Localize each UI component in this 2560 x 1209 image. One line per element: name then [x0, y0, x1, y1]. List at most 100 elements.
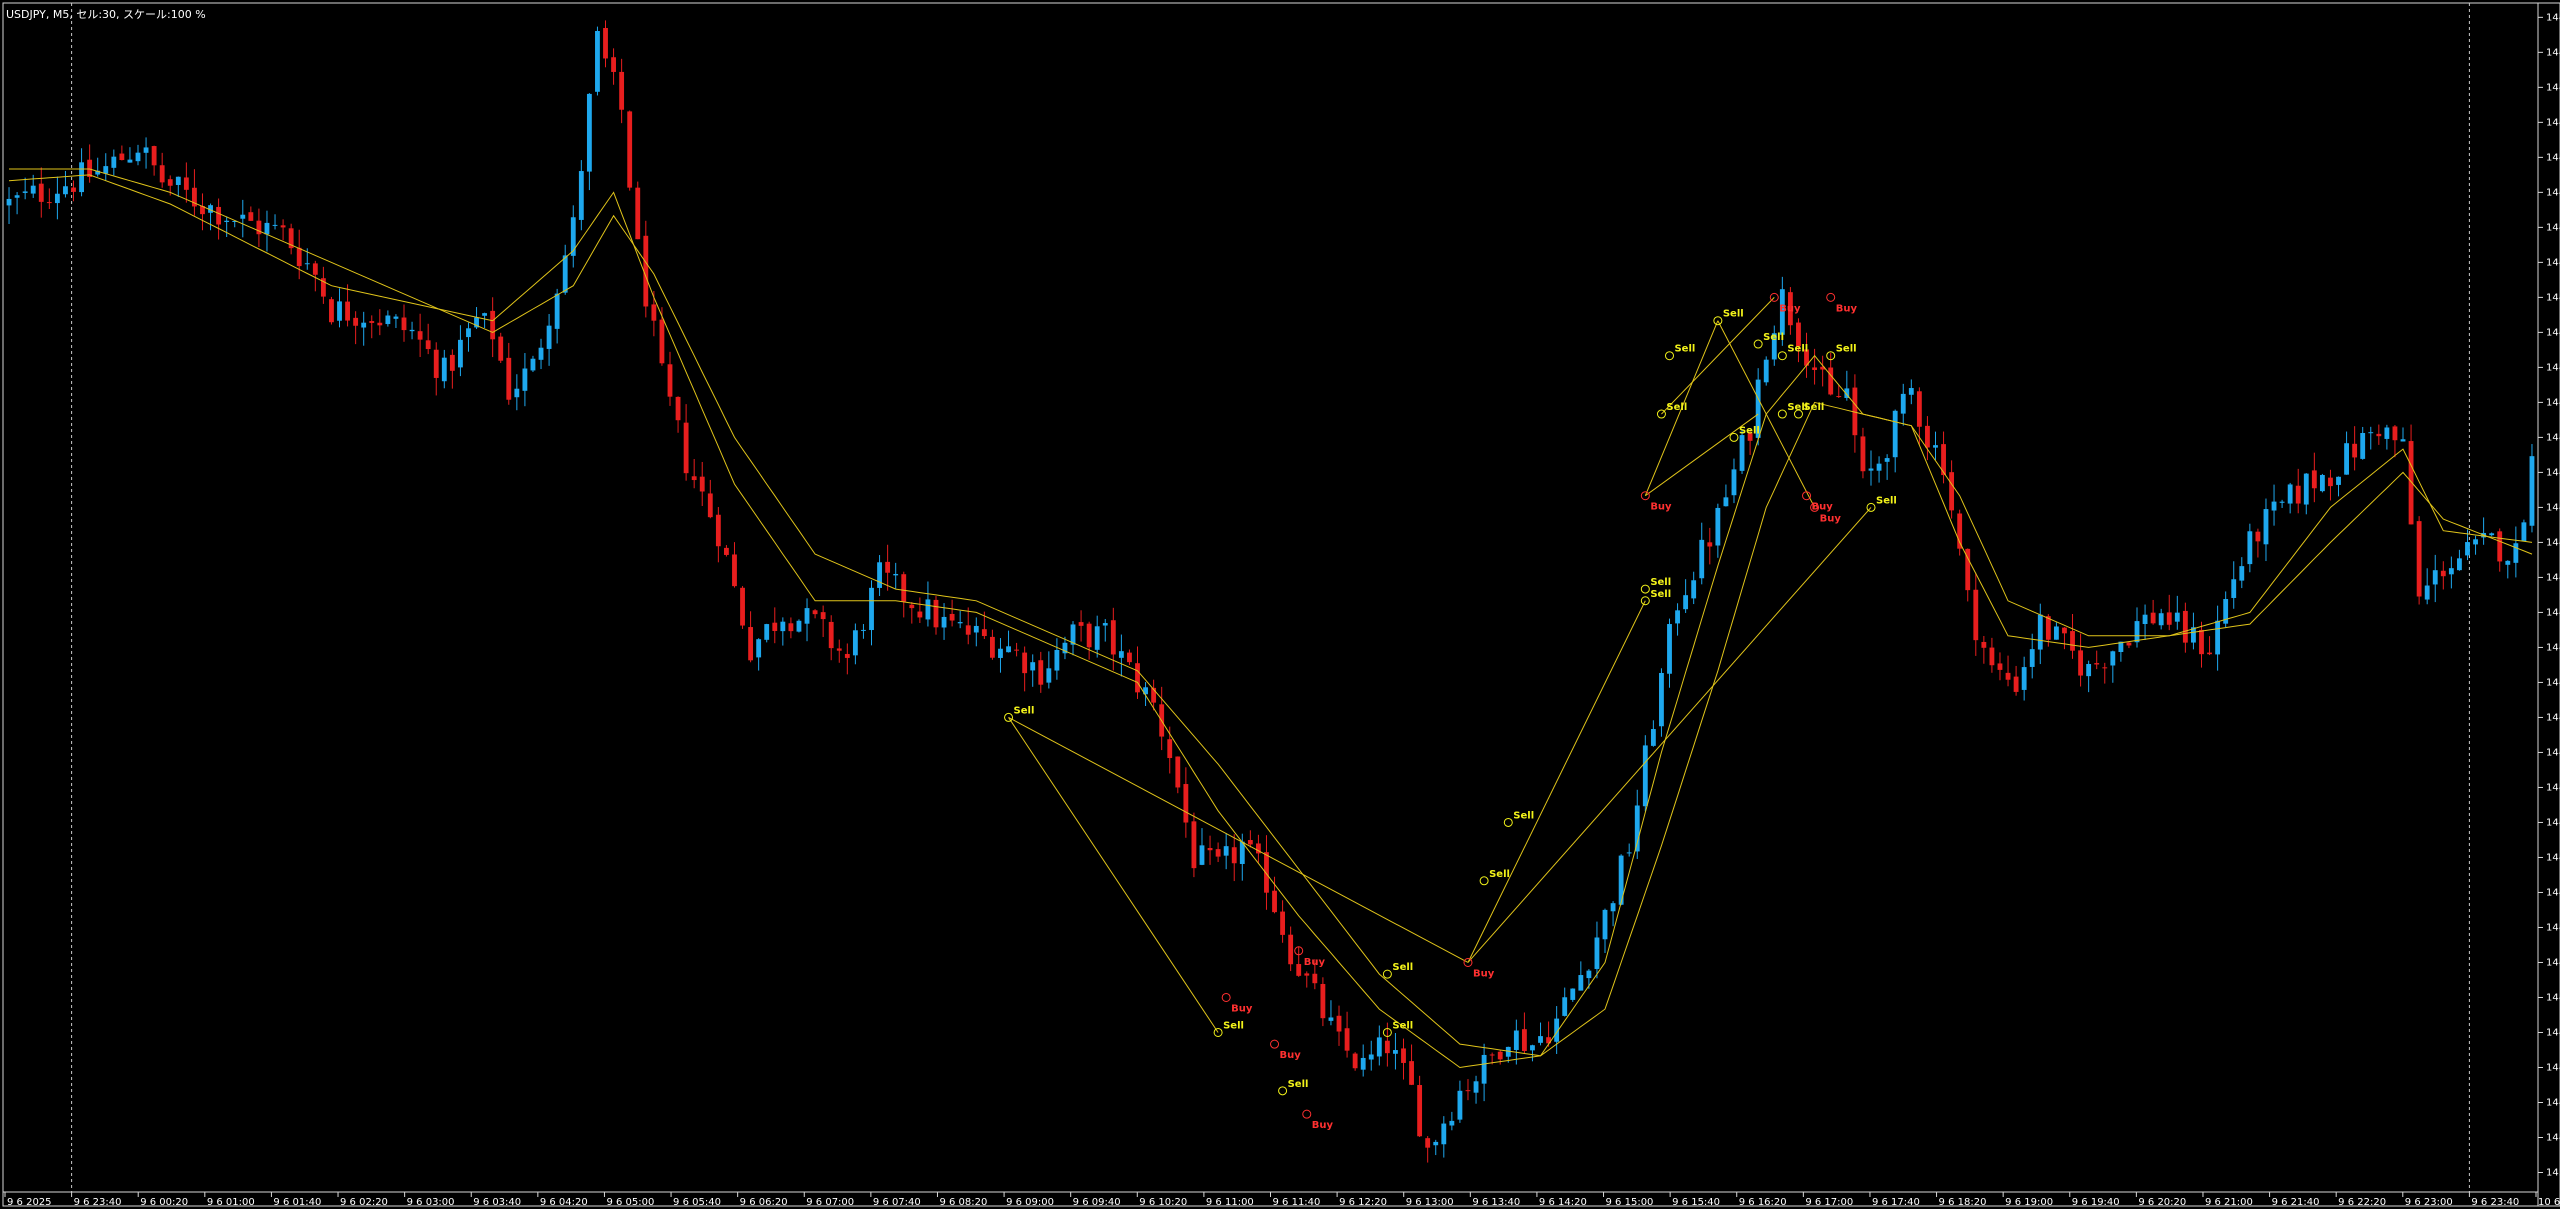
candle-body	[522, 368, 528, 391]
candle-body	[989, 636, 995, 658]
candle-body	[1868, 468, 1874, 471]
time-tick-label: 9 6 12:20	[1339, 1197, 1387, 1208]
candle-body	[852, 630, 858, 656]
candle-body	[611, 57, 616, 72]
candle-body	[1223, 846, 1229, 856]
candle-body	[2497, 531, 2503, 562]
candle-body	[1127, 652, 1132, 663]
sell-marker-label: Sell	[1803, 402, 1824, 413]
price-tick-label: 144.210	[2546, 887, 2560, 898]
candle-body	[135, 152, 141, 162]
candle-body	[2432, 570, 2438, 585]
candle-body	[683, 422, 689, 474]
price-tick-label: 144.840	[2546, 152, 2560, 163]
sell-marker-label: Sell	[1876, 495, 1897, 506]
candle-body	[586, 93, 592, 172]
candle-body	[957, 622, 963, 624]
price-tick-label: 144.000	[2546, 1132, 2560, 1143]
candle-body	[1796, 322, 1801, 347]
time-tick-label: 9 6 06:20	[740, 1197, 788, 1208]
candle-body	[2295, 485, 2301, 504]
candle-body	[2440, 570, 2446, 577]
candle-body	[1731, 469, 1737, 496]
candle-body	[1989, 647, 1995, 666]
candle-body	[361, 322, 367, 328]
candle-body	[2142, 614, 2148, 625]
time-tick-label: 10 6 00:20	[2538, 1197, 2560, 1208]
chart-container[interactable]: Sell Sell Buy Buy Buy Sell Buy Sell Sell Buy Sell S…	[0, 0, 2560, 1209]
time-tick-label: 9 6 08:20	[939, 1197, 987, 1208]
candle-body	[1401, 1048, 1406, 1063]
candle-body	[861, 629, 866, 631]
candle-body	[707, 493, 713, 518]
time-tick-label: 9 6 11:00	[1206, 1197, 1254, 1208]
candle-body	[675, 396, 681, 421]
price-tick-label: 144.810	[2546, 187, 2560, 198]
candle-body	[79, 162, 84, 193]
candle-body	[240, 214, 246, 219]
candle-body	[183, 177, 189, 190]
candle-body	[1433, 1141, 1439, 1146]
candle-body	[1481, 1054, 1487, 1084]
candle-body	[772, 622, 778, 631]
candle-body	[659, 319, 665, 364]
time-tick-label: 9 6 05:40	[673, 1197, 721, 1208]
candle-body	[175, 176, 181, 185]
candle-body	[2352, 443, 2358, 458]
candle-body	[2255, 531, 2261, 542]
candle-body	[1022, 652, 1028, 674]
candle-body	[1038, 660, 1044, 685]
candle-body	[885, 561, 891, 573]
sell-marker-label: Sell	[1739, 425, 1760, 436]
candle-body	[1030, 662, 1036, 671]
candle-body	[2182, 610, 2188, 643]
price-tick-label: 144.600	[2546, 432, 2560, 443]
sell-marker-label: Sell	[1723, 309, 1744, 320]
price-tick-label: 144.660	[2546, 362, 2560, 373]
time-tick-label: 9 6 01:00	[207, 1197, 255, 1208]
sell-marker-label: Sell	[1650, 589, 1671, 600]
candle-body	[1272, 890, 1277, 913]
price-tick-label: 144.270	[2546, 817, 2560, 828]
chart-info-label: USDJPY, M5, セル:30, スケール:100 %	[6, 8, 206, 21]
candle-body	[1659, 672, 1664, 727]
candle-body	[2457, 558, 2462, 571]
price-tick-label: 144.480	[2546, 572, 2560, 583]
candlestick-chart[interactable]: SellSellBuyBuyBuySellBuySellSellBuySellS…	[0, 0, 2560, 1209]
candle-body	[1521, 1029, 1527, 1051]
candle-body	[1288, 934, 1294, 965]
candle-body	[1900, 393, 1906, 414]
candle-body	[578, 171, 584, 220]
candle-body	[2303, 473, 2309, 505]
candle-body	[466, 328, 471, 338]
candle-body	[1175, 756, 1181, 788]
candle-body	[87, 159, 93, 177]
candle-body	[2408, 441, 2414, 525]
candle-body	[1973, 589, 1979, 641]
candle-body	[1199, 845, 1205, 865]
candle-body	[2263, 509, 2269, 545]
time-tick-label: 9 6 23:40	[2471, 1197, 2519, 1208]
price-tick-label: 144.690	[2546, 327, 2560, 338]
candle-body	[2134, 621, 2140, 643]
candle-body	[1828, 367, 1834, 395]
price-tick-label: 144.060	[2546, 1062, 2560, 1073]
candle-body	[1707, 542, 1713, 547]
candle-body	[1118, 651, 1124, 658]
candle-body	[1368, 1054, 1374, 1060]
candle-body	[119, 153, 125, 161]
candle-body	[1715, 507, 1721, 546]
price-tick-label: 143.970	[2546, 1167, 2560, 1178]
candle-body	[2021, 667, 2027, 690]
candle-body	[256, 220, 262, 235]
candle-body	[941, 616, 947, 628]
candle-body	[1683, 595, 1689, 610]
candle-body	[2174, 612, 2180, 622]
candle-body	[1860, 436, 1866, 472]
candle-body	[1538, 1036, 1543, 1043]
candle-body	[554, 293, 560, 329]
candle-body	[449, 354, 455, 371]
candle-body	[30, 185, 36, 194]
time-tick-label: 9 6 18:20	[1939, 1197, 1987, 1208]
candle-body	[409, 329, 415, 332]
